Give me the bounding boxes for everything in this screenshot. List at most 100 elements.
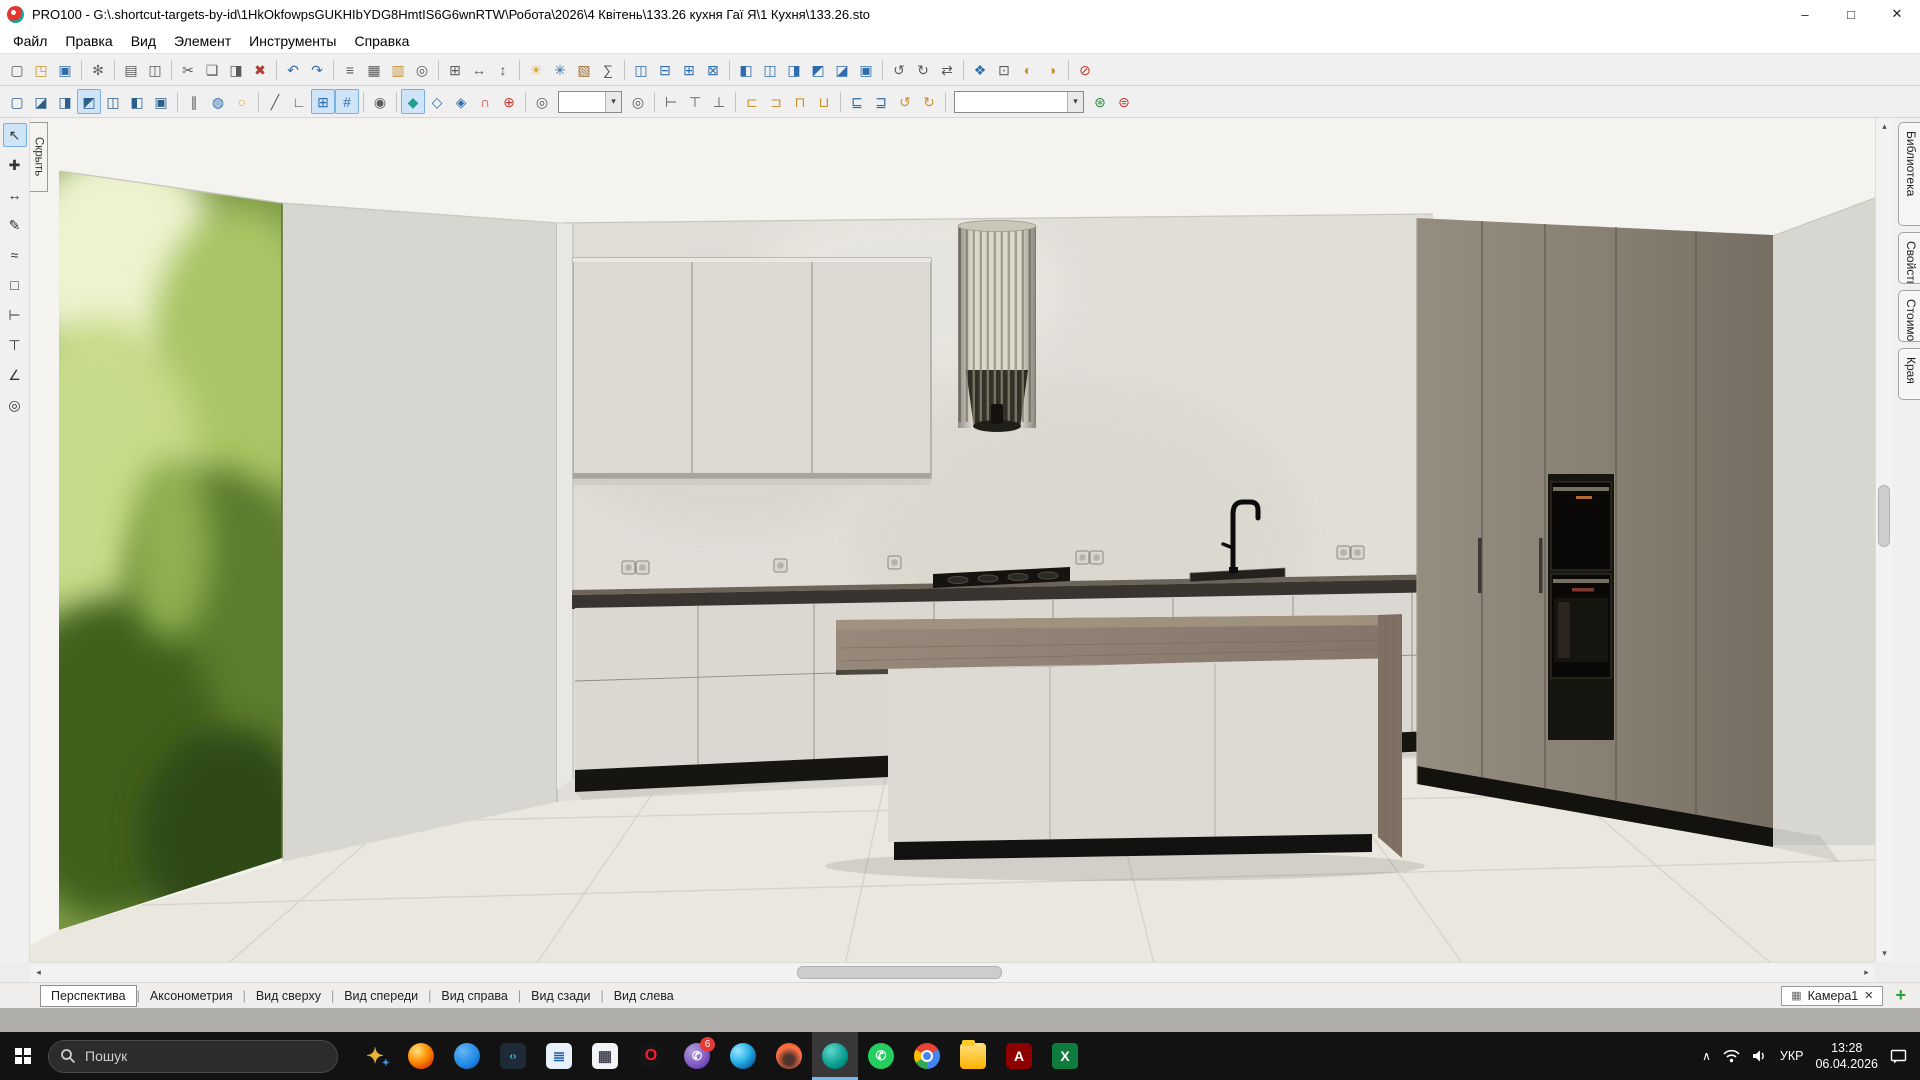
textures-button[interactable]: ▧: [572, 57, 596, 82]
start-button[interactable]: [0, 1032, 46, 1080]
dimension-tool-button[interactable]: ↔: [3, 183, 27, 207]
taskbar-pro100[interactable]: [812, 1032, 858, 1080]
view-shadows-button[interactable]: ▣: [149, 89, 173, 114]
upper-cabinets[interactable]: [573, 258, 931, 478]
rotate-right-button[interactable]: ↻: [911, 57, 935, 82]
horizontal-scroll-track[interactable]: [47, 963, 1858, 982]
view-tab-perspective[interactable]: Перспектива: [40, 985, 137, 1007]
kitchen-island[interactable]: [836, 614, 1402, 860]
show-grid-button[interactable]: #: [335, 89, 359, 114]
fit-interior-button[interactable]: ⊠: [701, 57, 725, 82]
element-list-button[interactable]: ≡: [338, 57, 362, 82]
horizontal-scrollbar[interactable]: ◂ ▸: [30, 962, 1875, 982]
menu-file[interactable]: Файл: [4, 30, 56, 52]
pen-tool-button[interactable]: ✎: [3, 213, 27, 237]
zoom-extents-button[interactable]: ◎: [626, 89, 650, 114]
ungroup-button[interactable]: ◑: [1040, 57, 1064, 82]
tall-cabinets[interactable]: [1417, 218, 1773, 847]
zoom-level-combo[interactable]: ▾: [558, 91, 622, 113]
snap-points-button[interactable]: ◆: [401, 89, 425, 114]
view-textures-button[interactable]: ◩: [77, 89, 101, 114]
angle-tool-button[interactable]: ∠: [3, 363, 27, 387]
taskbar-chrome[interactable]: [904, 1032, 950, 1080]
scroll-left-arrow[interactable]: ◂: [30, 964, 47, 981]
align-wall-right-button[interactable]: ⊒: [869, 89, 893, 114]
clock[interactable]: 13:28 06.04.2026: [1815, 1040, 1878, 1073]
stop-render-button[interactable]: ⊘: [1073, 57, 1097, 82]
dim-v-tool-button[interactable]: ⊤: [3, 333, 27, 357]
snap-to-grid-button[interactable]: ⊞: [311, 89, 335, 114]
scroll-down-arrow[interactable]: ▾: [1876, 945, 1893, 962]
save-project-button[interactable]: ▣: [53, 57, 77, 82]
snap-centers-button[interactable]: ◈: [449, 89, 473, 114]
delete-button[interactable]: ✖: [248, 57, 272, 82]
align-middle-button[interactable]: ▣: [854, 57, 878, 82]
taskbar-search[interactable]: [48, 1040, 338, 1073]
zoom-tool-button[interactable]: ◎: [3, 393, 27, 417]
merge-cells-button[interactable]: ⊞: [677, 57, 701, 82]
scroll-up-arrow[interactable]: ▴: [1876, 118, 1893, 135]
view-semitransparent-button[interactable]: ◧: [125, 89, 149, 114]
side-tab-edges[interactable]: Края: [1898, 348, 1920, 400]
hidden-icons-chevron[interactable]: ∧: [1702, 1049, 1711, 1063]
taskbar-whatsapp[interactable]: ✆: [858, 1032, 904, 1080]
taskbar-file-explorer[interactable]: [950, 1032, 996, 1080]
move-down-button[interactable]: ⊔: [812, 89, 836, 114]
dim-h-tool-button[interactable]: ⊢: [3, 303, 27, 327]
edit-material-button[interactable]: ⊛: [1088, 89, 1112, 114]
render-quality-button[interactable]: ✳: [548, 57, 572, 82]
new-project-button[interactable]: ▢: [5, 57, 29, 82]
select-tool-button[interactable]: ↖: [3, 123, 27, 147]
split-horizontal-button[interactable]: ◫: [629, 57, 653, 82]
menu-element[interactable]: Элемент: [165, 30, 240, 52]
view-tab-top-view[interactable]: Вид сверху: [246, 986, 331, 1006]
artificial-light-button[interactable]: ○: [230, 89, 254, 114]
minimize-button[interactable]: –: [1782, 0, 1828, 28]
render-light-button[interactable]: ☀: [524, 57, 548, 82]
hide-panel-tab[interactable]: Скрыть: [30, 122, 48, 192]
taskbar-acrobat[interactable]: A: [996, 1032, 1042, 1080]
view-tab-front-view[interactable]: Вид спереди: [334, 986, 428, 1006]
rotate-element-ccw-button[interactable]: ↺: [893, 89, 917, 114]
cooker-hood[interactable]: [958, 221, 1036, 433]
show-hidden-button[interactable]: ◉: [368, 89, 392, 114]
view-tab-left-view[interactable]: Вид слева: [604, 986, 684, 1006]
dim-auto-button[interactable]: ⊥: [707, 89, 731, 114]
volume-icon[interactable]: [1752, 1049, 1768, 1063]
usage-report-button[interactable]: ⊜: [1112, 89, 1136, 114]
insert-box-button[interactable]: ⊡: [992, 57, 1016, 82]
price-list-button[interactable]: ▥: [386, 57, 410, 82]
open-project-button[interactable]: ◳: [29, 57, 53, 82]
copy-button[interactable]: ❏: [200, 57, 224, 82]
dim-horizontal-button[interactable]: ⊢: [659, 89, 683, 114]
menu-view[interactable]: Вид: [122, 30, 165, 52]
material-combo[interactable]: ▾: [954, 91, 1084, 113]
render-settings-button[interactable]: ❖: [968, 57, 992, 82]
structure-button[interactable]: ⊞: [443, 57, 467, 82]
language-indicator[interactable]: УКР: [1780, 1049, 1804, 1063]
dimensions-button[interactable]: ↔: [467, 57, 491, 82]
levels-button[interactable]: ↕: [491, 57, 515, 82]
draw-axes-button[interactable]: ∟: [287, 89, 311, 114]
menu-tools[interactable]: Инструменты: [240, 30, 345, 52]
align-bottom-button[interactable]: ◪: [830, 57, 854, 82]
snap-edges-button[interactable]: ◇: [425, 89, 449, 114]
view-tab-right-view[interactable]: Вид справа: [431, 986, 517, 1006]
align-right-button[interactable]: ◨: [782, 57, 806, 82]
add-view-button[interactable]: +: [1895, 985, 1906, 1006]
camera-view-tab[interactable]: ▦ Камера1 ✕: [1781, 986, 1883, 1006]
taskbar-doc-app[interactable]: ≣: [536, 1032, 582, 1080]
taskbar-copilot[interactable]: ✦: [352, 1032, 398, 1080]
taskbar-edge[interactable]: [720, 1032, 766, 1080]
spline-tool-button[interactable]: ≈: [3, 243, 27, 267]
vertical-scrollbar[interactable]: ▴ ▾: [1875, 118, 1893, 962]
paste-button[interactable]: ◨: [224, 57, 248, 82]
move-left-button[interactable]: ⊏: [740, 89, 764, 114]
undo-button[interactable]: ↶: [281, 57, 305, 82]
contour-tool-button[interactable]: □: [3, 273, 27, 297]
taskbar-opera[interactable]: O: [628, 1032, 674, 1080]
maximize-button[interactable]: □: [1828, 0, 1874, 28]
menu-edit[interactable]: Правка: [56, 30, 121, 52]
move-up-button[interactable]: ⊓: [788, 89, 812, 114]
vertical-scroll-thumb[interactable]: [1878, 485, 1890, 547]
